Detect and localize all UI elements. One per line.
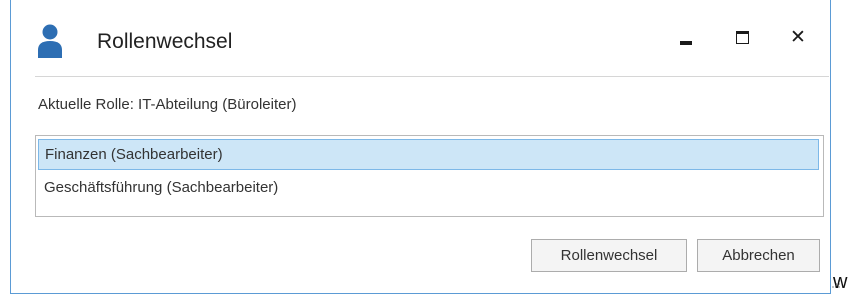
maximize-icon bbox=[735, 30, 749, 44]
close-icon: ✕ bbox=[790, 26, 806, 48]
title-bar[interactable]: Rollenwechsel ✕ bbox=[11, 0, 830, 72]
current-role-label: Aktuelle Rolle: IT-Abteilung (Büroleiter… bbox=[38, 96, 297, 113]
background-text: w bbox=[833, 271, 848, 293]
role-list-item-finanzen[interactable]: Finanzen (Sachbearbeiter) bbox=[38, 139, 819, 170]
window-title: Rollenwechsel bbox=[97, 30, 233, 53]
switch-role-button[interactable]: Rollenwechsel bbox=[531, 239, 687, 272]
title-separator bbox=[35, 76, 829, 77]
role-listbox[interactable]: Finanzen (Sachbearbeiter) Geschäftsführu… bbox=[35, 135, 824, 217]
cancel-button[interactable]: Abbrechen bbox=[697, 239, 820, 272]
maximize-button[interactable] bbox=[724, 20, 760, 54]
close-button[interactable]: ✕ bbox=[780, 20, 816, 54]
minimize-icon bbox=[680, 41, 692, 45]
minimize-button[interactable] bbox=[668, 20, 704, 54]
role-list-item-geschaeftsfuehrung[interactable]: Geschäftsführung (Sachbearbeiter) bbox=[38, 173, 819, 204]
user-icon bbox=[38, 24, 62, 58]
role-switch-dialog: Rollenwechsel ✕ Aktuelle Rolle: IT-Abtei… bbox=[10, 0, 840, 294]
